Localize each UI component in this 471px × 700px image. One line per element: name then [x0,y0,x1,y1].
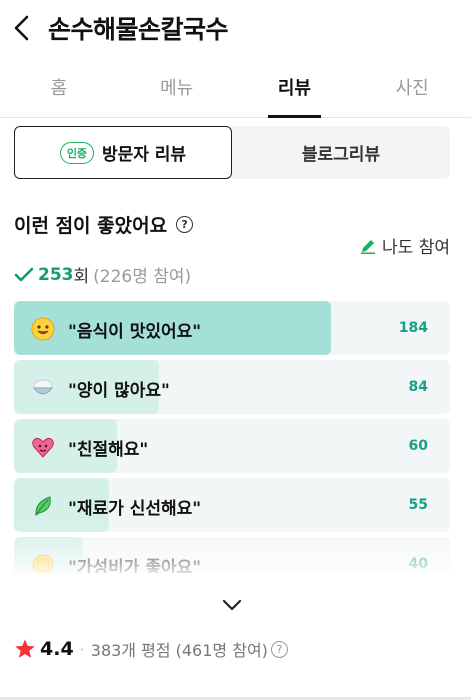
keyword-count: 40 [408,556,428,572]
vote-count-unit: 회 [73,267,90,287]
keyword-bar[interactable]: "재료가 신선해요" 55 [14,478,450,532]
keyword-label: "양이 많아요" [68,381,170,401]
tab-reviews[interactable]: 리뷰 [236,60,354,118]
liked-section-title: 이런 점이 좋았어요 ? [14,211,194,238]
chevron-down-icon[interactable] [222,598,242,612]
keyword-label: "음식이 맛있어요" [68,322,202,342]
participant-count: (226명 참여) [93,267,192,287]
keyword-count: 184 [398,320,428,336]
keyword-bar[interactable]: "양이 많아요" 84 [14,360,450,414]
keyword-bar[interactable]: "음식이 맛있어요" 184 [14,301,450,355]
app-header: 손수해물손칼국수 [0,0,471,56]
me-too-button[interactable]: 나도 참여 [360,233,450,258]
keyword-label: "친절해요" [68,440,149,460]
me-too-label: 나도 참여 [382,238,450,258]
review-type-toggle: 인증 방문자 리뷰 블로그리뷰 [14,126,450,179]
keyword-stats-list: "음식이 맛있어요" 184 "양이 많아요" 84 "친절해요" 60 "재료… [14,301,450,573]
leaf-icon [35,496,51,516]
tab-photos[interactable]: 사진 [353,60,471,117]
keyword-count: 84 [408,379,428,395]
check-icon [14,267,34,281]
tab-bar: 홈 메뉴 리뷰 사진 [0,60,471,118]
coin-icon [32,554,54,573]
visitor-review-label: 방문자 리뷰 [101,145,187,165]
rice-bowl-icon [32,379,54,395]
help-icon[interactable]: ? [270,640,288,658]
keyword-count: 55 [408,497,428,513]
rating-summary: 4.4 · 383개 평점 (461명 참여) ? [14,637,288,661]
liked-title-text: 이런 점이 좋았어요 [14,215,168,237]
back-arrow-icon[interactable] [10,12,36,44]
tab-menu[interactable]: 메뉴 [118,60,236,117]
keyword-bar[interactable]: "가성비가 좋아요" 40 [14,537,450,573]
vote-count-row: 253 회 (226명 참여) [14,262,191,287]
heart-face-icon [32,437,54,458]
pencil-icon [361,239,376,254]
vote-count: 253 [38,264,74,285]
star-icon [15,639,35,658]
tab-home[interactable]: 홈 [0,60,118,117]
rating-info: 383개 평점 (461명 참여) [90,641,268,660]
yum-face-icon [31,317,55,341]
page-title: 손수해물손칼국수 [48,15,229,44]
verified-badge-icon: 인증 [59,141,94,164]
keyword-count: 60 [408,438,428,454]
help-icon[interactable]: ? [176,216,194,233]
rating-value: 4.4 [40,638,74,660]
keyword-label: "재료가 신선해요" [68,499,202,519]
keyword-label: "가성비가 좋아요" [68,558,202,573]
visitor-review-button[interactable]: 인증 방문자 리뷰 [14,126,232,179]
separator-dot: · [79,639,85,659]
keyword-bar[interactable]: "친절해요" 60 [14,419,450,473]
blog-review-label: 블로그리뷰 [301,145,381,165]
blog-review-button[interactable]: 블로그리뷰 [232,126,450,179]
